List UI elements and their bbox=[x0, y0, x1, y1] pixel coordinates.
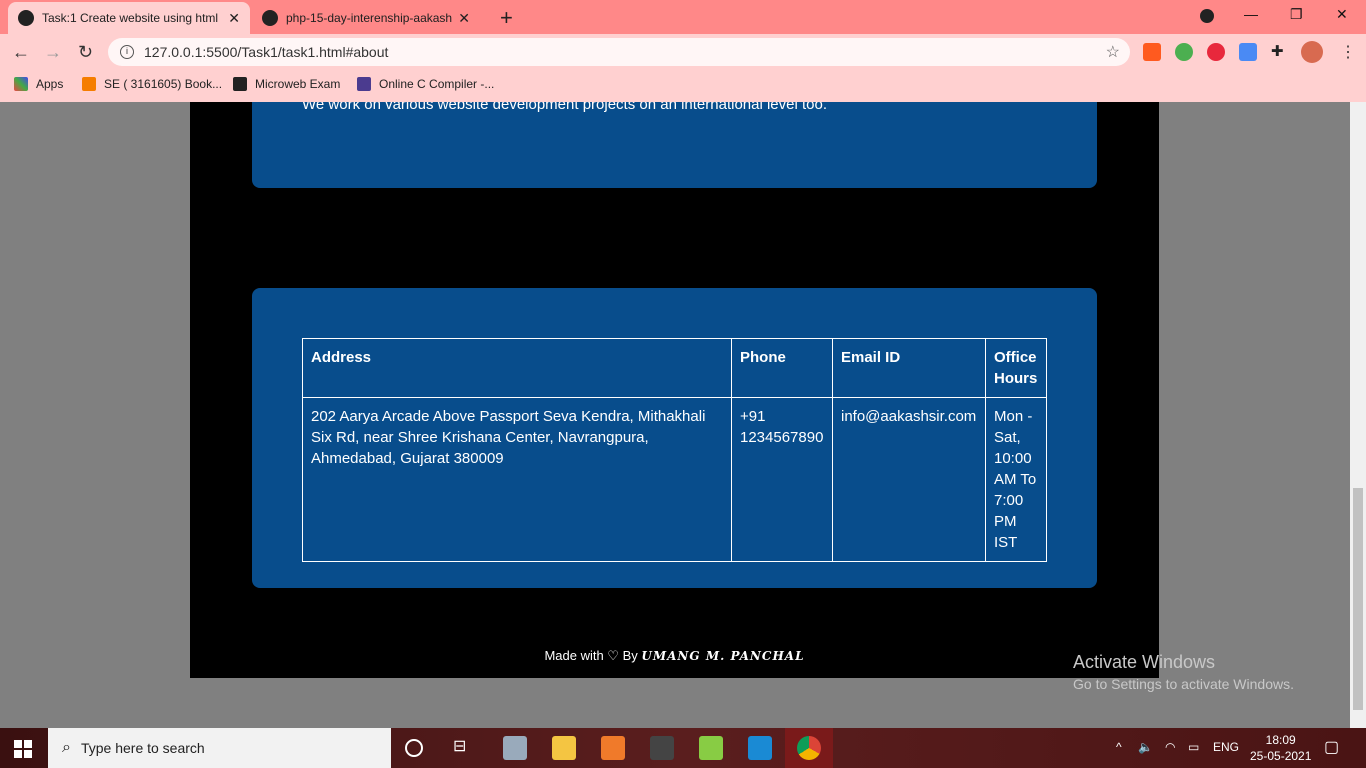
footer: Made with ♡ By UMANG M. PANCHAL bbox=[190, 648, 1159, 664]
close-tab-icon[interactable]: ✕ bbox=[228, 10, 240, 27]
vscode-icon[interactable] bbox=[748, 736, 772, 760]
tab-active[interactable]: Task:1 Create website using html ✕ bbox=[8, 2, 250, 34]
xampp-icon[interactable] bbox=[601, 736, 625, 760]
contact-section: Address Phone Email ID Office Hours 202 … bbox=[252, 288, 1097, 588]
github-icon bbox=[262, 10, 278, 26]
task-view-icon[interactable]: ⊟ bbox=[453, 736, 477, 760]
date: 25-05-2021 bbox=[1250, 749, 1312, 763]
taskbar: ⌕ Type here to search ⊟ ^ 🔈 ◠ ▭ ENG 18:0… bbox=[0, 728, 1366, 768]
puzzle-icon[interactable]: ✚ bbox=[1271, 42, 1289, 60]
notifications-icon[interactable]: ▢ bbox=[1324, 737, 1339, 757]
cortana-icon[interactable] bbox=[405, 739, 423, 757]
chrome-taskbar-button[interactable] bbox=[785, 728, 833, 768]
bookmark-label: Online C Compiler -... bbox=[379, 77, 495, 91]
lightning-icon bbox=[357, 77, 371, 91]
bookmark-se[interactable]: SE ( 3161605) Book... bbox=[82, 77, 222, 91]
cell-address: 202 Aarya Arcade Above Passport Seva Ken… bbox=[302, 397, 732, 562]
scrollbar-thumb[interactable] bbox=[1353, 488, 1363, 710]
header-address: Address bbox=[302, 338, 732, 398]
chrome-icon bbox=[797, 736, 821, 760]
sublime-text-icon[interactable] bbox=[650, 736, 674, 760]
menu-icon[interactable]: ⋮ bbox=[1340, 42, 1356, 62]
tab-title: Task:1 Create website using html bbox=[42, 11, 219, 25]
tab-strip: Task:1 Create website using html ✕ php-1… bbox=[0, 0, 1366, 34]
reload-button[interactable]: ↻ bbox=[78, 42, 93, 63]
bookmark-apps[interactable]: Apps bbox=[14, 77, 63, 91]
taskbar-search[interactable]: ⌕ Type here to search bbox=[48, 728, 391, 768]
clock[interactable]: 18:09 25-05-2021 bbox=[1250, 732, 1311, 764]
cell-email: info@aakashsir.com bbox=[832, 397, 986, 562]
bookmark-star-icon[interactable]: ☆ bbox=[1106, 42, 1120, 62]
about-text: We work on various website development p… bbox=[302, 102, 828, 113]
tab-inactive[interactable]: php-15-day-interenship-aakash-t ✕ bbox=[252, 2, 480, 34]
blogger-icon bbox=[82, 77, 96, 91]
bookmark-label: Microweb Exam bbox=[255, 77, 341, 91]
minimize-button[interactable]: — bbox=[1244, 6, 1258, 22]
volume-icon[interactable]: 🔈 bbox=[1138, 740, 1153, 754]
code-extension-icon[interactable] bbox=[1143, 43, 1161, 61]
activate-windows-watermark: Activate Windows Go to Settings to activ… bbox=[1073, 652, 1294, 692]
bookmark-microweb[interactable]: Microweb Exam bbox=[233, 77, 340, 91]
forward-button[interactable]: → bbox=[44, 42, 62, 63]
bookmark-label: SE ( 3161605) Book... bbox=[104, 77, 223, 91]
header-phone: Phone bbox=[731, 338, 833, 398]
info-icon[interactable]: i bbox=[120, 45, 134, 59]
about-section: We work on various website development p… bbox=[252, 102, 1097, 188]
tab-search-icon[interactable] bbox=[1200, 9, 1214, 23]
close-tab-icon[interactable]: ✕ bbox=[458, 10, 470, 27]
tab-title: php-15-day-interenship-aakash-t bbox=[286, 11, 453, 25]
bookmark-label: Apps bbox=[36, 77, 64, 91]
url-text[interactable]: 127.0.0.1:5500/Task1/task1.html#about bbox=[144, 44, 388, 60]
bookmarks-bar: Apps SE ( 3161605) Book... Microweb Exam… bbox=[0, 70, 1366, 102]
table-header-row: Address Phone Email ID Office Hours bbox=[302, 338, 1047, 398]
apps-grid-icon bbox=[14, 77, 28, 91]
back-button[interactable]: ← bbox=[12, 42, 30, 63]
wifi-icon[interactable]: ◠ bbox=[1165, 740, 1175, 754]
show-hidden-icons[interactable]: ^ bbox=[1116, 740, 1122, 754]
table-row: 202 Aarya Arcade Above Passport Seva Ken… bbox=[302, 397, 1047, 562]
adblock-plus-icon[interactable] bbox=[1207, 43, 1225, 61]
globe-icon bbox=[18, 10, 34, 26]
vertical-scrollbar[interactable] bbox=[1350, 102, 1366, 728]
watermark-subtitle: Go to Settings to activate Windows. bbox=[1073, 676, 1294, 692]
new-tab-button[interactable]: + bbox=[500, 5, 513, 31]
battery-icon[interactable]: ▭ bbox=[1188, 740, 1199, 754]
header-office-hours: Office Hours bbox=[985, 338, 1047, 398]
idm-icon[interactable] bbox=[1175, 43, 1193, 61]
google-translate-icon[interactable] bbox=[1239, 43, 1257, 61]
footer-text: Made with ♡ By bbox=[544, 648, 638, 663]
search-icon: ⌕ bbox=[62, 739, 71, 756]
windows-start-icon[interactable] bbox=[14, 740, 32, 758]
browser-toolbar: ← → ↻ i 127.0.0.1:5500/Task1/task1.html#… bbox=[0, 34, 1366, 70]
page-viewport: We work on various website development p… bbox=[0, 102, 1350, 728]
resource-monitor-icon[interactable] bbox=[503, 736, 527, 760]
profile-avatar[interactable] bbox=[1301, 41, 1323, 63]
file-explorer-icon[interactable] bbox=[552, 736, 576, 760]
watermark-title: Activate Windows bbox=[1073, 652, 1216, 672]
cell-phone: +91 1234567890 bbox=[731, 397, 833, 562]
angular-icon bbox=[233, 77, 247, 91]
language-indicator[interactable]: ENG bbox=[1213, 740, 1239, 754]
page-container: We work on various website development p… bbox=[190, 102, 1159, 678]
restore-button[interactable]: ❐ bbox=[1290, 6, 1303, 23]
close-window-button[interactable]: ✕ bbox=[1336, 6, 1348, 23]
notepad-plus-plus-icon[interactable] bbox=[699, 736, 723, 760]
header-email: Email ID bbox=[832, 338, 986, 398]
time: 18:09 bbox=[1265, 733, 1296, 747]
cell-office-hours: Mon - Sat, 10:00 AM To 7:00 PM IST bbox=[985, 397, 1047, 562]
address-bar[interactable]: i 127.0.0.1:5500/Task1/task1.html#about … bbox=[108, 38, 1130, 66]
search-placeholder: Type here to search bbox=[80, 740, 205, 756]
contact-table: Address Phone Email ID Office Hours 202 … bbox=[302, 338, 1047, 562]
footer-author: UMANG M. PANCHAL bbox=[641, 649, 805, 663]
bookmark-online-c[interactable]: Online C Compiler -... bbox=[357, 77, 494, 91]
